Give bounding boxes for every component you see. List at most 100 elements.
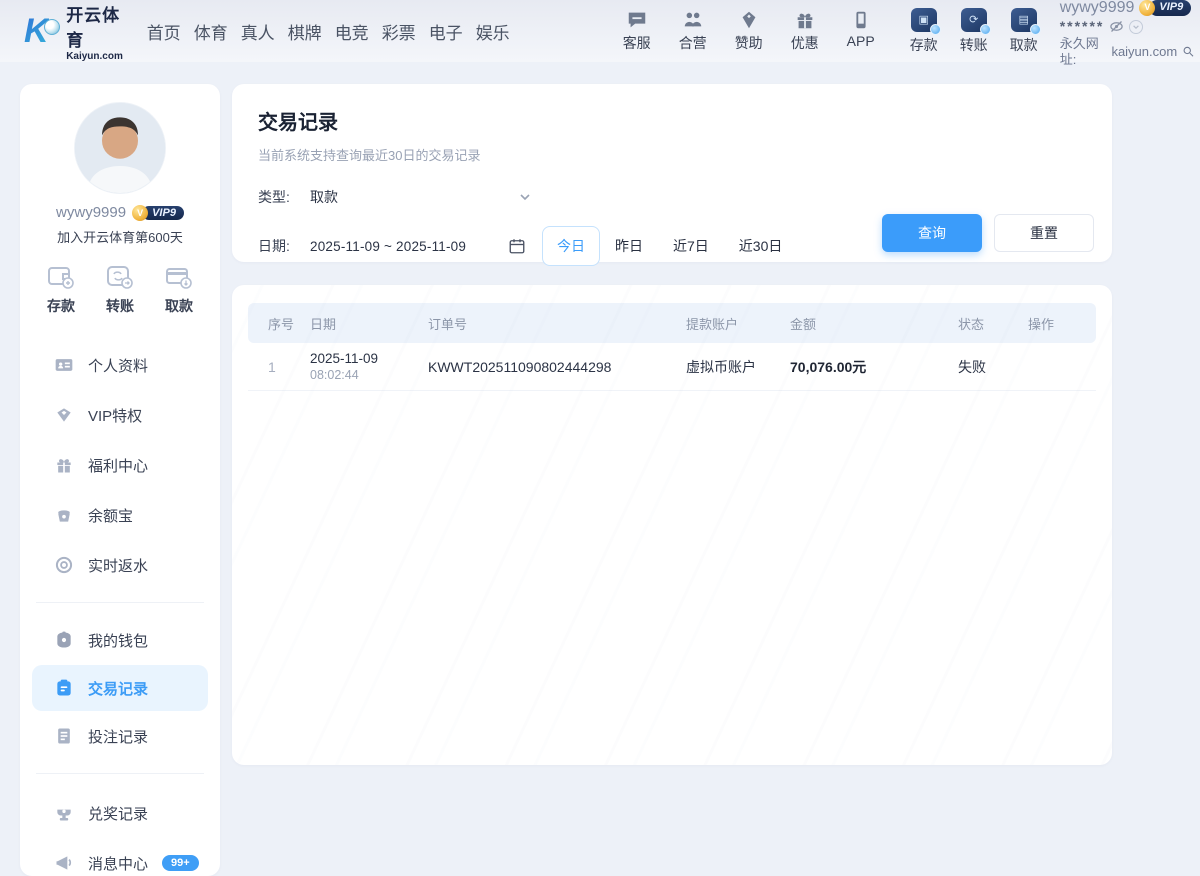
top-navbar: K 开云体育 Kaiyun.com 首页 体育 真人 棋牌 电竞 彩票 电子 娱… bbox=[0, 0, 1200, 62]
app-download-link[interactable]: APP bbox=[842, 9, 880, 53]
message-icon bbox=[54, 853, 74, 873]
page: K 开云体育 Kaiyun.com 首页 体育 真人 棋牌 电竞 彩票 电子 娱… bbox=[0, 0, 1200, 876]
type-label: 类型: bbox=[258, 187, 310, 207]
quick-range-group: 今日 昨日 近7日 近30日 bbox=[542, 226, 797, 266]
type-select[interactable]: 取款 bbox=[310, 182, 532, 212]
col-status: 状态 bbox=[958, 314, 1028, 333]
sponsor-link[interactable]: 赞助 bbox=[730, 9, 768, 53]
nav-sports[interactable]: 体育 bbox=[194, 19, 228, 44]
deposit-wallet-icon bbox=[46, 264, 76, 290]
transfer-icon: ⟳ bbox=[961, 8, 987, 32]
sidebar-item-yuebao[interactable]: 余额宝 bbox=[20, 490, 220, 540]
sidebar-divider bbox=[36, 602, 204, 603]
withdraw-card-icon bbox=[164, 264, 194, 290]
gift-icon bbox=[794, 9, 816, 31]
nav-esports[interactable]: 电竞 bbox=[335, 19, 369, 44]
bet-record-icon bbox=[54, 726, 74, 746]
cell-date: 2025-11-09 08:02:44 bbox=[310, 351, 428, 382]
chevron-down-icon bbox=[518, 190, 532, 204]
sidebar-item-prizes[interactable]: 兑奖记录 bbox=[20, 788, 220, 838]
vip-level-label: VIP9 bbox=[1149, 0, 1191, 16]
chat-icon bbox=[626, 9, 648, 31]
wallet-icon bbox=[54, 630, 74, 650]
search-button[interactable]: 查询 bbox=[882, 214, 982, 252]
sidebar-avatar-image bbox=[75, 103, 165, 193]
range-30days-button[interactable]: 近30日 bbox=[724, 226, 798, 266]
header-wallet-links: ▣ 存款 ⟳ 转账 ▤ 取款 bbox=[906, 8, 1042, 55]
col-action: 操作 bbox=[1028, 314, 1076, 333]
type-selected-value: 取款 bbox=[310, 187, 338, 207]
col-index: 序号 bbox=[268, 314, 310, 333]
chevron-down-icon bbox=[1132, 23, 1140, 31]
user-info-block: wywy9999 V VIP9 ****** 永久网址: kaiyun.com bbox=[1060, 0, 1200, 68]
site-logo[interactable]: K 开云体育 Kaiyun.com bbox=[24, 1, 129, 62]
logo-icon: K bbox=[24, 11, 62, 51]
sidebar-item-rebate[interactable]: 实时返水 bbox=[20, 540, 220, 590]
id-card-icon bbox=[54, 355, 74, 375]
partners-icon bbox=[682, 9, 704, 31]
records-table-panel: 序号 日期 订单号 提款账户 金额 状态 操作 1 2025-11-09 08:… bbox=[232, 285, 1112, 765]
eye-off-icon[interactable] bbox=[1109, 19, 1124, 34]
withdraw-link[interactable]: ▤ 取款 bbox=[1006, 8, 1042, 55]
range-today-button[interactable]: 今日 bbox=[542, 226, 600, 266]
cell-date-value: 2025-11-09 bbox=[310, 351, 428, 366]
sidebar-item-bets[interactable]: 投注记录 bbox=[20, 711, 220, 761]
sidebar-item-wallet[interactable]: 我的钱包 bbox=[20, 615, 220, 665]
sidebar-item-transactions[interactable]: 交易记录 bbox=[32, 665, 208, 711]
table-row: 1 2025-11-09 08:02:44 KWWT20251109080244… bbox=[248, 343, 1096, 391]
main-nav: 首页 体育 真人 棋牌 电竞 彩票 电子 娱乐 bbox=[147, 19, 510, 44]
vip-gem-icon bbox=[54, 405, 74, 425]
filter-panel: 交易记录 当前系统支持查询最近30日的交易记录 类型: 取款 日期: 2025-… bbox=[232, 84, 1112, 262]
sidebar-item-welfare[interactable]: 福利中心 bbox=[20, 440, 220, 490]
sidebar-avatar[interactable] bbox=[74, 102, 166, 194]
vip-level-label: VIP9 bbox=[142, 206, 184, 220]
sidebar-withdraw-button[interactable]: 取款 bbox=[164, 264, 194, 316]
sidebar-item-messages[interactable]: 消息中心 99+ bbox=[20, 838, 220, 876]
cell-time-value: 08:02:44 bbox=[310, 368, 428, 382]
range-7days-button[interactable]: 近7日 bbox=[658, 226, 724, 266]
deposit-link[interactable]: ▣ 存款 bbox=[906, 8, 942, 55]
nav-home[interactable]: 首页 bbox=[147, 19, 181, 44]
nav-slots[interactable]: 电子 bbox=[429, 19, 463, 44]
col-account: 提款账户 bbox=[686, 314, 790, 333]
nav-live[interactable]: 真人 bbox=[241, 19, 275, 44]
cell-account: 虚拟币账户 bbox=[686, 357, 790, 377]
vip-badge: V VIP9 bbox=[1139, 0, 1191, 16]
date-range-input[interactable]: 2025-11-09 ~ 2025-11-09 bbox=[310, 227, 532, 265]
header-quick-links: 客服 合营 赞助 优惠 APP bbox=[618, 9, 880, 53]
message-count-badge: 99+ bbox=[162, 855, 199, 871]
range-yesterday-button[interactable]: 昨日 bbox=[600, 226, 658, 266]
reset-button[interactable]: 重置 bbox=[994, 214, 1094, 252]
date-label: 日期: bbox=[258, 236, 310, 256]
nav-chess[interactable]: 棋牌 bbox=[288, 19, 322, 44]
prize-record-icon bbox=[54, 803, 74, 823]
withdraw-icon: ▤ bbox=[1011, 8, 1037, 32]
cell-amount: 70,076.00元 bbox=[790, 357, 958, 377]
brand-name-en: Kaiyun.com bbox=[66, 51, 129, 62]
phone-icon bbox=[850, 9, 872, 31]
diamond-icon bbox=[738, 9, 760, 31]
permanent-url-value[interactable]: kaiyun.com bbox=[1111, 44, 1177, 60]
sidebar-item-vip[interactable]: VIP特权 bbox=[20, 390, 220, 440]
nav-lottery[interactable]: 彩票 bbox=[382, 19, 416, 44]
cell-order-no: KWWT202511090802444298 bbox=[428, 359, 686, 375]
search-icon[interactable] bbox=[1182, 44, 1195, 59]
sidebar-vip-badge: V VIP9 bbox=[132, 205, 184, 221]
sidebar-quick-actions: 存款 转账 取款 bbox=[20, 264, 220, 316]
sidebar-item-profile[interactable]: 个人资料 bbox=[20, 340, 220, 390]
sidebar-transfer-button[interactable]: 转账 bbox=[105, 264, 135, 316]
sidebar-divider bbox=[36, 773, 204, 774]
welfare-icon bbox=[54, 455, 74, 475]
deposit-icon: ▣ bbox=[911, 8, 937, 32]
page-subtitle: 当前系统支持查询最近30日的交易记录 bbox=[258, 145, 1086, 164]
sidebar-deposit-button[interactable]: 存款 bbox=[46, 264, 76, 316]
masked-balance: ****** bbox=[1060, 18, 1105, 36]
user-dropdown-toggle[interactable] bbox=[1129, 20, 1143, 34]
rebate-icon bbox=[54, 555, 74, 575]
transfer-link[interactable]: ⟳ 转账 bbox=[956, 8, 992, 55]
promotions-link[interactable]: 优惠 bbox=[786, 9, 824, 53]
customer-service-link[interactable]: 客服 bbox=[618, 9, 656, 53]
nav-entertainment[interactable]: 娱乐 bbox=[476, 19, 510, 44]
partners-link[interactable]: 合营 bbox=[674, 9, 712, 53]
sidebar-username: wywy9999 bbox=[56, 204, 126, 221]
